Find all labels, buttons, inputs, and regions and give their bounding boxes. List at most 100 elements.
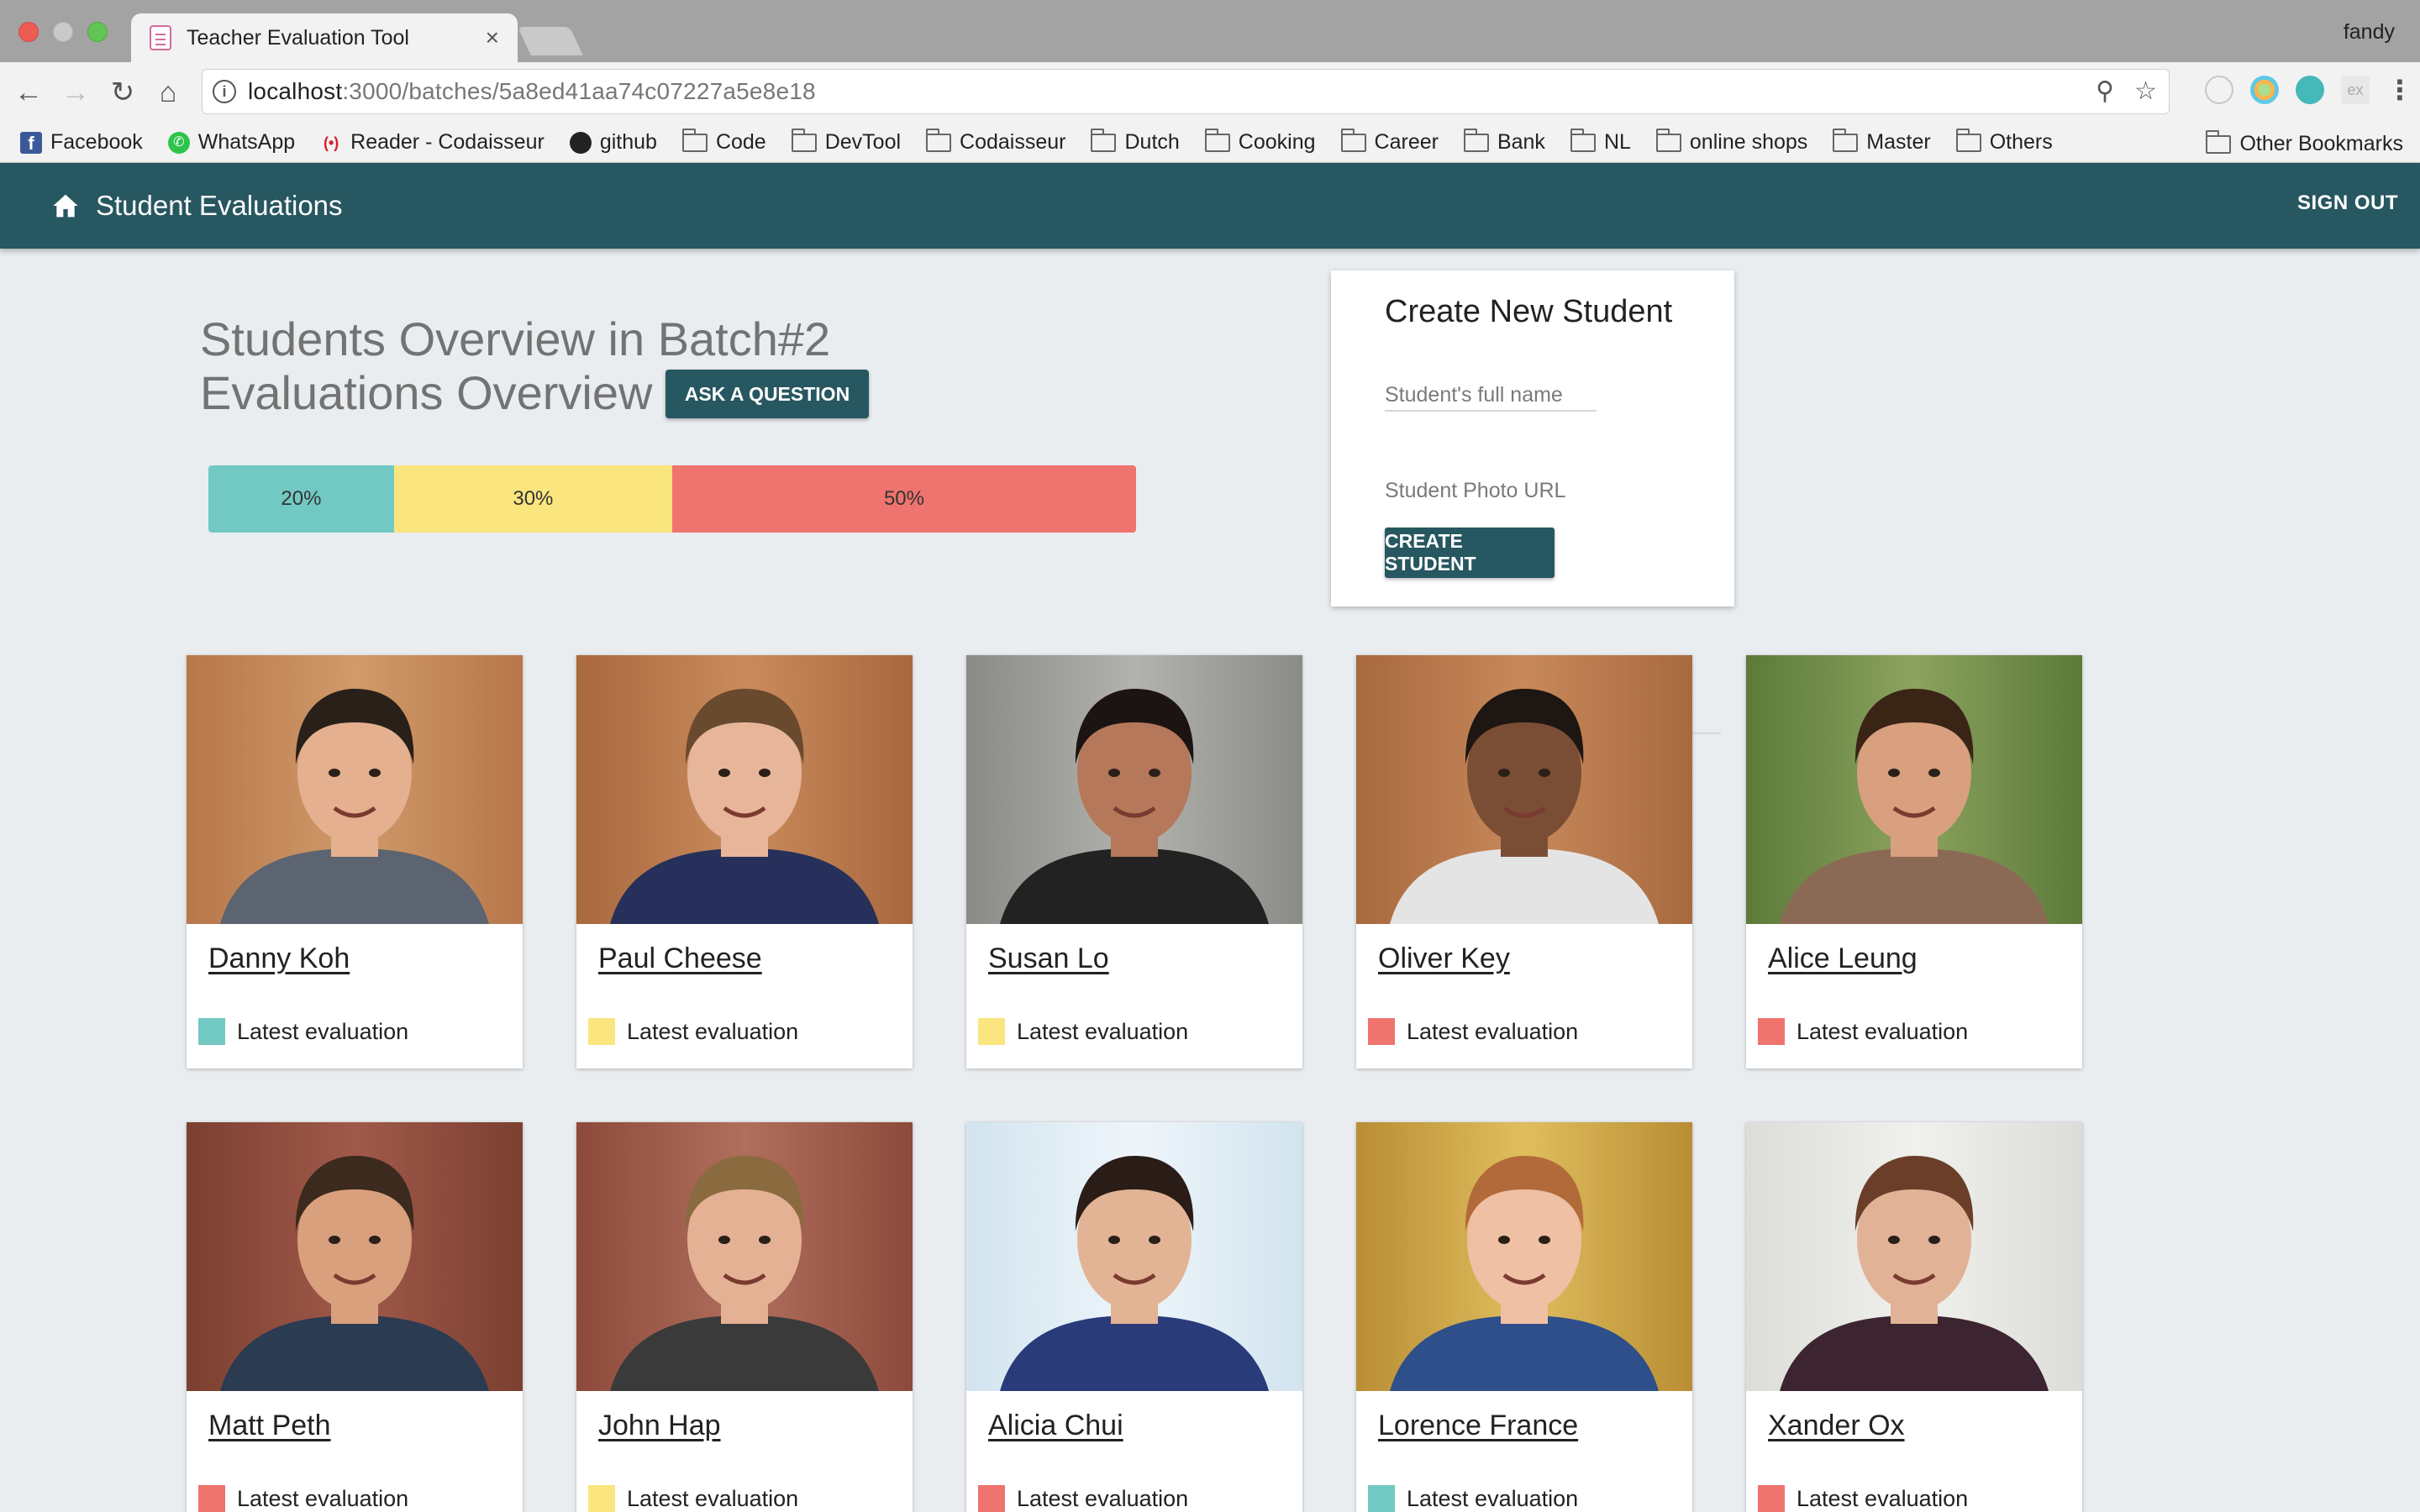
folder-icon xyxy=(926,128,952,152)
latest-evaluation: Latest evaluation xyxy=(588,1018,798,1045)
home-icon[interactable]: ⌂ xyxy=(153,76,183,108)
close-window-button[interactable] xyxy=(18,22,39,42)
reader-icon: (•) xyxy=(323,134,339,151)
new-tab-button[interactable] xyxy=(518,27,583,55)
student-photo[interactable] xyxy=(1746,655,2082,924)
bookmark-label: Reader - Codaisseur xyxy=(350,130,544,154)
student-name-link[interactable]: Matt Peth xyxy=(208,1410,331,1442)
student-photo[interactable] xyxy=(187,1122,523,1391)
forward-arrow-icon[interactable]: → xyxy=(60,76,91,108)
student-card[interactable]: Xander Ox Latest evaluation xyxy=(1746,1122,2082,1512)
address-bar[interactable]: i localhost:3000/batches/5a8ed41aa74c072… xyxy=(202,69,2170,114)
student-photo[interactable] xyxy=(966,655,1302,924)
student-name-link[interactable]: Paul Cheese xyxy=(598,942,762,975)
bookmark-item[interactable]: Cooking xyxy=(1204,128,1316,155)
student-name-link[interactable]: Xander Ox xyxy=(1768,1410,1905,1442)
student-name-link[interactable]: John Hap xyxy=(598,1410,721,1442)
student-name-link[interactable]: Oliver Key xyxy=(1378,942,1510,975)
bookmark-star-icon[interactable]: ☆ xyxy=(2134,76,2157,106)
student-photo[interactable] xyxy=(1746,1122,2082,1391)
bookmark-label: WhatsApp xyxy=(197,130,296,154)
extension-m-icon[interactable] xyxy=(2296,76,2324,104)
bookmark-item[interactable]: Dutch xyxy=(1091,128,1180,155)
browser-tab[interactable]: Teacher Evaluation Tool × xyxy=(131,13,518,62)
info-icon[interactable]: i xyxy=(213,80,236,103)
bookmark-item[interactable]: Codaisseur xyxy=(926,128,1065,155)
facebook-icon: f xyxy=(20,131,42,154)
url-text[interactable]: localhost:3000/batches/5a8ed41aa74c07227… xyxy=(248,78,816,105)
folder-icon xyxy=(1340,128,1366,152)
student-photo-url-input[interactable] xyxy=(1385,465,1721,506)
green-percentage-segment: 20% xyxy=(208,465,394,533)
bookmark-item[interactable]: Others xyxy=(1955,128,2053,155)
bookmark-item[interactable]: Career xyxy=(1340,128,1439,155)
reload-icon[interactable]: ↻ xyxy=(108,76,138,108)
student-name-field[interactable] xyxy=(1385,370,1597,412)
student-card[interactable]: Matt Peth Latest evaluation xyxy=(187,1122,523,1512)
sign-out-button[interactable]: SIGN OUT xyxy=(2297,192,2398,215)
bookmark-item[interactable]: Master xyxy=(1833,128,1931,155)
student-name-link[interactable]: Alicia Chui xyxy=(988,1410,1123,1442)
student-card[interactable]: Oliver Key Latest evaluation xyxy=(1356,655,1692,1068)
evaluation-color-indicator xyxy=(588,1485,615,1512)
app-title[interactable]: Student Evaluations xyxy=(96,190,343,222)
bookmark-item[interactable]: github xyxy=(569,130,657,155)
folder-icon xyxy=(1570,128,1596,152)
bookmark-item[interactable]: f Facebook xyxy=(20,130,143,155)
bookmark-item[interactable]: (•) Reader - Codaisseur xyxy=(320,130,544,155)
bookmark-label: Cooking xyxy=(1238,130,1316,154)
latest-evaluation: Latest evaluation xyxy=(198,1018,408,1045)
bookmark-label: Master xyxy=(1866,130,1931,154)
extension-ex-icon[interactable]: ex xyxy=(2341,76,2370,104)
student-photo[interactable] xyxy=(1356,1122,1692,1391)
folder-icon xyxy=(681,128,708,152)
app-bar: Student Evaluations SIGN OUT xyxy=(0,163,2420,249)
student-name-link[interactable]: Susan Lo xyxy=(988,942,1109,975)
student-card[interactable]: Paul Cheese Latest evaluation xyxy=(576,655,913,1068)
extension-color-icon[interactable] xyxy=(2250,76,2279,104)
evaluation-color-indicator xyxy=(1758,1018,1785,1045)
evaluation-distribution-bar: 20% 30% 50% xyxy=(208,465,1136,533)
student-card[interactable]: Alicia Chui Latest evaluation xyxy=(966,1122,1302,1512)
bookmark-item[interactable]: online shops xyxy=(1655,128,1807,155)
student-card[interactable]: Alice Leung Latest evaluation xyxy=(1746,655,2082,1068)
batch-title: Students Overview in Batch#2 xyxy=(200,312,831,365)
student-card[interactable]: Lorence France Latest evaluation xyxy=(1356,1122,1692,1512)
student-name-link[interactable]: Danny Koh xyxy=(208,942,350,975)
student-card[interactable]: John Hap Latest evaluation xyxy=(576,1122,913,1512)
student-photo[interactable] xyxy=(576,1122,913,1391)
back-arrow-icon[interactable]: ← xyxy=(13,76,44,108)
folder-icon xyxy=(1955,128,1981,152)
bookmark-item[interactable]: DevTool xyxy=(791,128,902,155)
home-icon[interactable] xyxy=(52,193,79,218)
student-photo[interactable] xyxy=(187,655,523,924)
student-photo[interactable] xyxy=(966,1122,1302,1391)
latest-evaluation-label: Latest evaluation xyxy=(1797,1018,1969,1044)
zoom-icon[interactable]: ⚲ xyxy=(2096,76,2114,106)
minimize-window-button[interactable] xyxy=(53,22,73,42)
create-student-button[interactable]: CREATE STUDENT xyxy=(1385,528,1555,578)
bookmark-item[interactable]: NL xyxy=(1570,128,1631,155)
chrome-menu-icon[interactable]: ⋮ xyxy=(2386,76,2413,104)
ask-question-button[interactable]: ASK A QUESTION xyxy=(666,370,869,418)
close-tab-icon[interactable]: × xyxy=(486,24,499,51)
bookmark-item[interactable]: Bank xyxy=(1463,128,1545,155)
maximize-window-button[interactable] xyxy=(87,22,108,42)
student-name-input[interactable] xyxy=(1385,370,1597,410)
student-photo[interactable] xyxy=(576,655,913,924)
student-card[interactable]: Danny Koh Latest evaluation xyxy=(187,655,523,1068)
student-card[interactable]: Susan Lo Latest evaluation xyxy=(966,655,1302,1068)
latest-evaluation-label: Latest evaluation xyxy=(1407,1018,1579,1044)
profile-name[interactable]: fandy xyxy=(2344,20,2395,45)
bookmark-label: Code xyxy=(715,130,766,154)
bookmark-item[interactable]: ✆ WhatsApp xyxy=(167,130,296,155)
student-name-link[interactable]: Alice Leung xyxy=(1768,942,1918,975)
latest-evaluation-label: Latest evaluation xyxy=(237,1018,409,1044)
student-name-link[interactable]: Lorence France xyxy=(1378,1410,1578,1442)
bookmark-label: github xyxy=(599,130,657,154)
extension-icon[interactable] xyxy=(2205,76,2233,104)
student-photo[interactable] xyxy=(1356,655,1692,924)
bookmark-item[interactable]: Code xyxy=(681,128,766,155)
bookmark-label: DevTool xyxy=(824,130,902,154)
other-bookmarks[interactable]: Other Bookmarks xyxy=(2206,129,2403,156)
